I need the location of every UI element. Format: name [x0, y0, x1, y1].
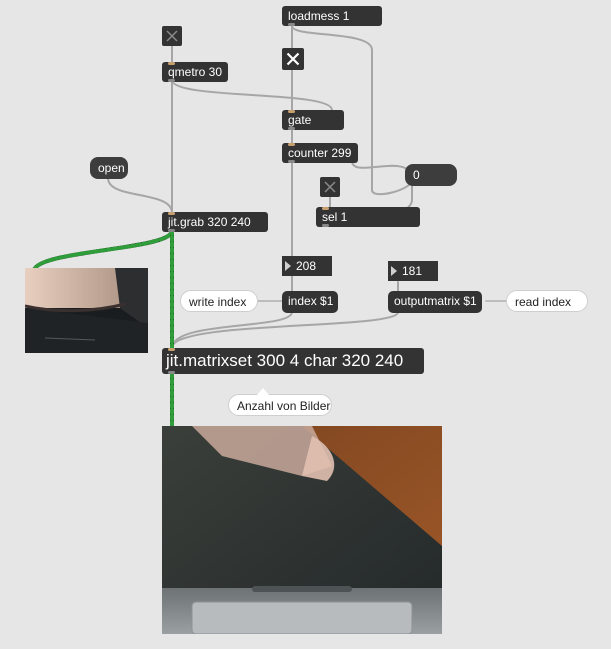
- sel-label: sel 1: [322, 210, 348, 224]
- jit-grab-label: jit.grab 320 240: [168, 215, 251, 229]
- read-index-comment: read index: [506, 290, 588, 312]
- zero-message[interactable]: 0: [405, 164, 457, 186]
- sel-object[interactable]: sel 1: [316, 207, 420, 227]
- qmetro-label: qmetro 30: [168, 65, 223, 79]
- zero-message-label: 0: [413, 168, 420, 182]
- open-message-label: open: [98, 161, 125, 175]
- counter-label: counter 299: [288, 146, 352, 160]
- jit-matrixset-object[interactable]: jit.matrixset 300 4 char 320 240: [162, 348, 424, 374]
- read-index-text: read index: [515, 295, 572, 309]
- loadmess-object[interactable]: loadmess 1: [282, 6, 382, 26]
- jit-grab-object[interactable]: jit.grab 320 240: [162, 212, 268, 232]
- read-number-box[interactable]: 181: [388, 261, 438, 281]
- triangle-right-icon: [285, 261, 291, 271]
- gate-toggle[interactable]: [282, 48, 304, 70]
- playback-preview-window[interactable]: [162, 426, 442, 634]
- qmetro-object[interactable]: qmetro 30: [162, 62, 228, 82]
- metro-toggle[interactable]: [162, 26, 182, 46]
- sel-toggle[interactable]: [320, 177, 340, 197]
- counter-object[interactable]: counter 299: [282, 143, 358, 163]
- index-number-value: 208: [296, 259, 317, 273]
- jit-matrixset-label: jit.matrixset 300 4 char 320 240: [166, 351, 404, 370]
- cord-qmetro-to-gate: [171, 79, 333, 111]
- grab-preview-window[interactable]: [25, 268, 148, 353]
- read-number-value: 181: [402, 264, 423, 278]
- anzahl-text: Anzahl von Bilder: [237, 399, 331, 413]
- patcher-canvas: loadmess 1 qmetro 30 gate counter 299 se…: [0, 0, 611, 649]
- x-cross-icon: [324, 181, 336, 193]
- loadmess-label: loadmess 1: [288, 9, 350, 23]
- x-cross-icon: [286, 52, 300, 66]
- gate-object[interactable]: gate: [282, 110, 344, 130]
- triangle-right-icon: [391, 266, 397, 276]
- write-index-comment: write index: [180, 290, 258, 312]
- index-number-box[interactable]: 208: [282, 256, 332, 276]
- gate-label: gate: [288, 113, 312, 127]
- outputmatrix-message-label: outputmatrix $1: [394, 294, 477, 308]
- open-message[interactable]: open: [90, 157, 128, 179]
- x-cross-icon: [166, 30, 178, 42]
- write-index-text: write index: [189, 295, 247, 309]
- recorded-frame-image: [162, 426, 442, 634]
- anzahl-comment: Anzahl von Bilder: [228, 388, 332, 416]
- index-message[interactable]: index $1: [282, 291, 338, 313]
- index-message-label: index $1: [288, 294, 334, 308]
- camera-frame-image: [25, 268, 148, 353]
- outputmatrix-message[interactable]: outputmatrix $1: [388, 291, 482, 313]
- cord-open-to-grab: [107, 177, 173, 214]
